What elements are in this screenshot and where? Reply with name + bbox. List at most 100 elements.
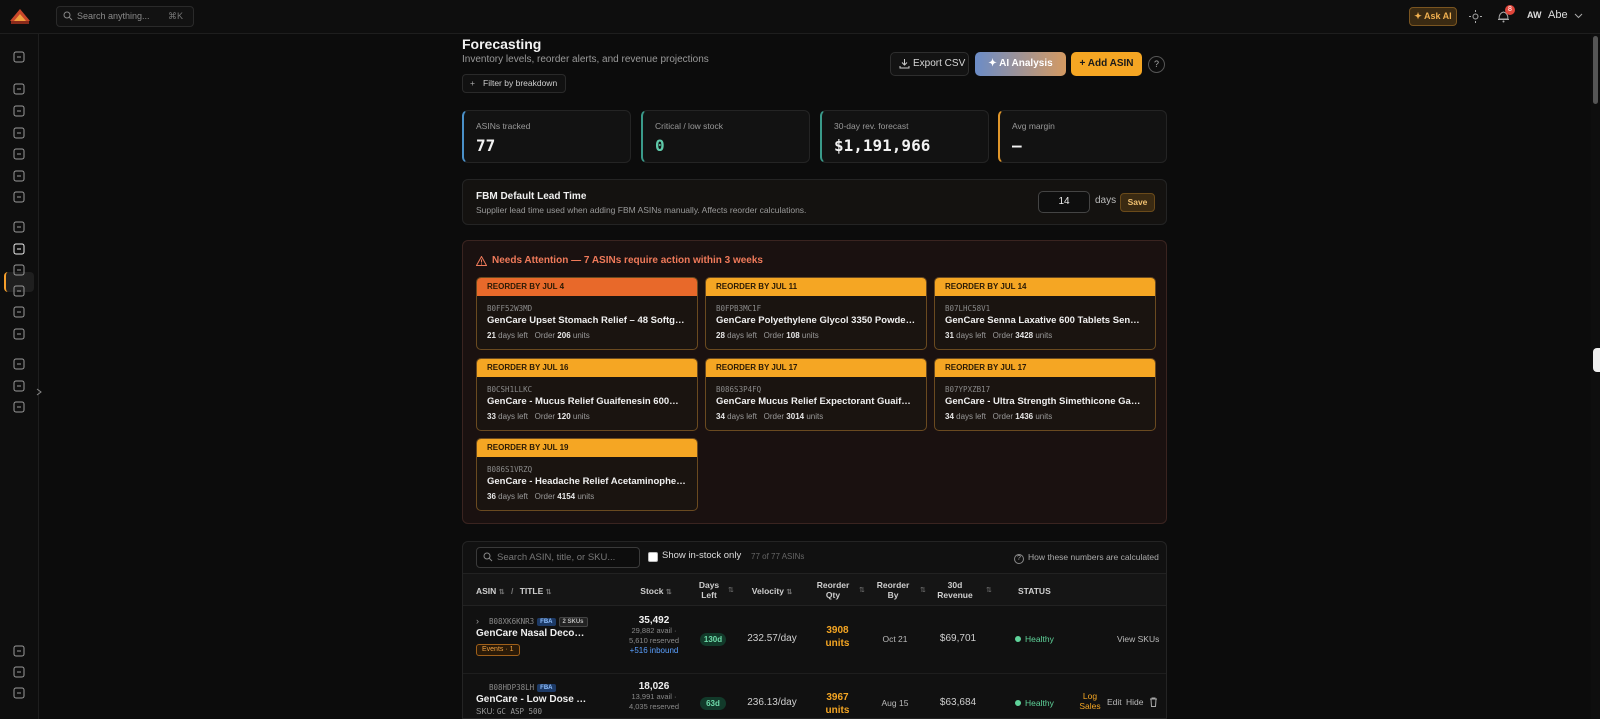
activity-icon[interactable] (12, 263, 26, 277)
megaphone-icon[interactable] (12, 82, 26, 96)
reorder-card[interactable]: REORDER BY JUL 16 B0CSH1LLKC GenCare - Muc… (476, 358, 698, 431)
days-left-value: 28 (716, 331, 725, 340)
col-days-left[interactable]: Days Left (691, 580, 727, 600)
side-panel-handle[interactable] (1593, 348, 1600, 372)
reorder-card[interactable]: REORDER BY JUL 11 B0FPB3MC1F GenCare Polye… (705, 277, 927, 350)
tag-icon[interactable] (12, 190, 26, 204)
document-icon[interactable] (12, 284, 26, 298)
sort-icon[interactable]: ⇅ (786, 589, 792, 596)
days-left-label: days left (498, 331, 528, 340)
col-title[interactable]: TITLE (520, 586, 544, 596)
row-title[interactable]: GenCare - Low Dose As… (476, 694, 588, 705)
users-icon[interactable] (12, 169, 26, 183)
reorder-card[interactable]: REORDER BY JUL 17 B086S3P4FQ GenCare Mucus… (705, 358, 927, 431)
export-label: Export CSV (913, 58, 966, 69)
star-icon[interactable] (12, 327, 26, 341)
sidebar-collapse-icon[interactable] (35, 388, 43, 396)
sort-icon[interactable]: ⇅ (859, 586, 865, 594)
wallet-icon[interactable] (12, 357, 26, 371)
cart-icon[interactable] (12, 220, 26, 234)
units-label: units (806, 412, 824, 421)
scrollbar-thumb[interactable] (1593, 36, 1598, 104)
filter-by-breakdown-button[interactable]: + Filter by breakdown (462, 74, 567, 93)
sort-icon[interactable]: ⇅ (728, 586, 734, 594)
shield-icon[interactable] (12, 400, 26, 414)
sort-icon[interactable]: ⇅ (666, 589, 672, 596)
folder-icon[interactable] (12, 305, 26, 319)
sort-icon[interactable]: ⇅ (920, 586, 926, 594)
view-skus-button[interactable]: View SKUs (1117, 634, 1159, 644)
days-left-label: days left (727, 412, 757, 421)
trash-icon[interactable] (1149, 697, 1158, 707)
app-logo[interactable] (8, 5, 32, 27)
order-qty-value: 4154 (557, 492, 576, 501)
sku-value: GC ASP 500 (496, 707, 543, 716)
col-revenue[interactable]: 30d Revenue (935, 580, 975, 600)
sparkle-icon[interactable] (12, 104, 26, 118)
ai-analysis-button[interactable]: ✦ AI Analysis (975, 52, 1066, 76)
theme-toggle-icon[interactable] (1469, 10, 1482, 23)
in-stock-only-checkbox[interactable] (648, 552, 658, 562)
col-reorder-by-label-2: By (887, 590, 899, 600)
col-asin-title[interactable]: ASIN ⇅ / TITLE ⇅ (476, 586, 552, 598)
reorder-card[interactable]: REORDER BY JUL 17 B07YPXZB17 GenCare - Ult… (934, 358, 1156, 431)
chevron-down-icon[interactable] (1574, 11, 1583, 20)
add-asin-button[interactable]: + Add ASIN (1071, 52, 1142, 76)
sort-icon[interactable]: ⇅ (499, 589, 505, 596)
events-badge[interactable]: Events · 1 (476, 644, 520, 656)
card-asin: B086S3P4FQ (716, 385, 762, 394)
log-sales-label-1: Log (1082, 691, 1098, 701)
days-left-value: 21 (487, 331, 496, 340)
avatar[interactable]: AW (1527, 10, 1542, 20)
row-asin: B08XK6KNR3 FBA 2 SKUs (489, 617, 588, 627)
table-search-input[interactable]: Search ASIN, title, or SKU... (476, 547, 640, 568)
kpi-avg-margin: Avg margin — (998, 110, 1167, 163)
days-left-label: days left (498, 492, 528, 501)
row-title[interactable]: GenCare Nasal Deconge… (476, 628, 588, 639)
clipboard-icon[interactable] (12, 126, 26, 140)
reorder-qty-unit: units (825, 705, 850, 716)
row-velocity: 236.13/day (747, 697, 797, 708)
in-stock-only-label[interactable]: Show in-stock only (662, 550, 741, 561)
col-stock[interactable]: Stock ⇅ (631, 586, 681, 598)
units-label: units (1035, 412, 1053, 421)
user-name[interactable]: Abe (1548, 9, 1568, 21)
sort-icon[interactable]: ⇅ (546, 589, 552, 596)
chart-icon[interactable] (12, 242, 26, 256)
hide-button[interactable]: Hide (1126, 697, 1143, 707)
stock-reserved: 4,035 reserved (628, 702, 680, 711)
expand-row-icon[interactable]: › (476, 616, 479, 626)
order-qty-value: 120 (557, 412, 571, 421)
log-sales-button[interactable]: Log Sales (1079, 691, 1101, 711)
col-velocity[interactable]: Velocity ⇅ (744, 586, 800, 598)
reorder-card[interactable]: REORDER BY JUL 14 B07LHC58V1 GenCare Senna… (934, 277, 1156, 350)
reorder-card[interactable]: REORDER BY JUL 19 B086S1VRZQ GenCare - Hea… (476, 438, 698, 511)
save-button[interactable]: Save (1120, 193, 1155, 212)
lead-time-input[interactable]: 14 (1038, 191, 1090, 213)
col-reorder-qty-label-1: Reorder (816, 580, 850, 590)
reorder-card[interactable]: REORDER BY JUL 4 B0FF52W3MD GenCare Upset … (476, 277, 698, 350)
sort-icon[interactable]: ⇅ (986, 586, 992, 594)
col-asin[interactable]: ASIN (476, 586, 496, 596)
how-calculated-link[interactable]: ? How these numbers are calculated (1014, 552, 1159, 564)
bug-icon[interactable] (12, 644, 26, 658)
units-label: units (1035, 331, 1053, 340)
edit-button[interactable]: Edit (1107, 697, 1122, 707)
col-reorder-qty[interactable]: Reorder Qty (815, 580, 851, 600)
search-icon[interactable] (12, 147, 26, 161)
card-icon[interactable] (12, 665, 26, 679)
ask-ai-button[interactable]: ✦ Ask AI (1409, 7, 1457, 26)
order-qty-value: 206 (557, 331, 571, 340)
global-search-input[interactable]: Search anything... ⌘K (56, 6, 194, 27)
dashboard-icon[interactable] (12, 50, 26, 64)
days-left-badge: 63d (700, 697, 726, 710)
page-scrollbar[interactable] (1591, 34, 1600, 719)
col-reorder-by[interactable]: Reorder By (875, 580, 911, 600)
export-csv-button[interactable]: Export CSV (890, 52, 969, 76)
settings-icon[interactable] (12, 686, 26, 700)
table-row[interactable]: › B08XK6KNR3 FBA 2 SKUs GenCare Nasal Deco… (463, 607, 1166, 674)
row-reorder-qty: 3908 units (815, 624, 860, 650)
help-icon[interactable]: ? (1148, 56, 1165, 73)
table-row[interactable]: B08HDP38LH FBA GenCare - Low Dose As… SKU… (463, 674, 1166, 719)
trend-icon[interactable] (12, 379, 26, 393)
